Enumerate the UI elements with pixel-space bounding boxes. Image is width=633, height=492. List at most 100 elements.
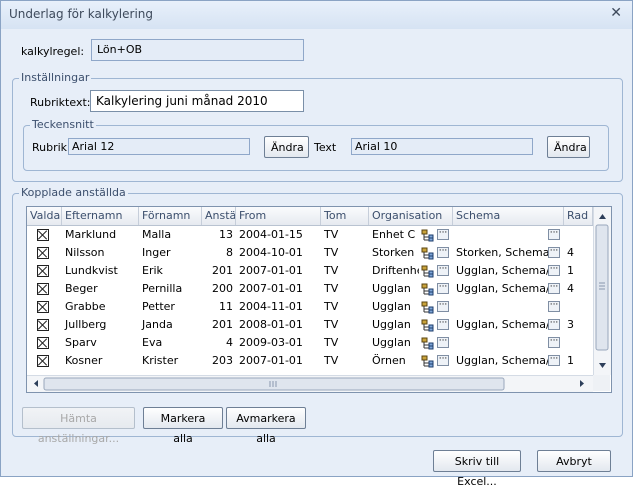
org-tree-icon bbox=[421, 247, 434, 260]
cell-rad bbox=[564, 334, 593, 352]
cell-from: 2007-01-01 bbox=[239, 282, 303, 295]
col-schema[interactable]: Schema bbox=[453, 207, 564, 225]
col-valda[interactable]: Valda bbox=[27, 207, 62, 225]
cell-anstall: 200 bbox=[212, 282, 233, 295]
avmarkera-alla-button[interactable]: Avmarkera alla bbox=[226, 407, 306, 445]
schema-ellipsis-button[interactable]: ··· bbox=[548, 265, 560, 276]
col-organisation[interactable]: Organisation bbox=[369, 207, 453, 225]
vertical-scrollbar-graphic bbox=[595, 214, 609, 368]
cell-organisation: Enhet C bbox=[372, 228, 416, 241]
valda-checkbox[interactable] bbox=[37, 319, 49, 331]
cell-tom: TV bbox=[324, 336, 339, 349]
cell-rad: 1 bbox=[567, 354, 574, 367]
schema-ellipsis-button[interactable]: ··· bbox=[548, 247, 560, 258]
col-rad[interactable]: Rad bbox=[564, 207, 593, 225]
cell-schema: Ugglan, Schema/ bbox=[456, 318, 548, 331]
cell-from: 2009-03-01 bbox=[239, 336, 303, 349]
skriv-till-excel-button[interactable]: Skriv till Excel... bbox=[433, 450, 521, 488]
table-row[interactable]: Marklund Malla 13 2004-01-15 TV Enhet C ··· ··· bbox=[27, 226, 593, 244]
grid-header: Valda Efternamn Förnamn Anställ From Tom… bbox=[27, 207, 593, 226]
col-tom[interactable]: Tom bbox=[321, 207, 369, 225]
org-ellipsis-button[interactable]: ··· bbox=[437, 337, 449, 348]
org-tree-icon bbox=[421, 283, 434, 296]
horizontal-scrollbar[interactable] bbox=[27, 375, 593, 392]
col-fornamn[interactable]: Förnamn bbox=[139, 207, 202, 225]
valda-checkbox[interactable] bbox=[37, 247, 49, 259]
cell-rad bbox=[564, 226, 593, 244]
schema-ellipsis-button[interactable]: ··· bbox=[548, 337, 560, 348]
cell-organisation: Ugglan bbox=[372, 318, 411, 331]
cell-schema: Ugglan, Schema/ bbox=[456, 282, 548, 295]
cell-from: 2004-01-15 bbox=[239, 228, 303, 241]
table-row[interactable]: Sparv Eva 4 2009-03-01 TV Ugglan ··· ··· bbox=[27, 334, 593, 352]
org-ellipsis-button[interactable]: ··· bbox=[437, 355, 449, 366]
hamta-anstallningar-button[interactable]: Hämta anställningar... bbox=[22, 407, 135, 445]
schema-ellipsis-button[interactable]: ··· bbox=[548, 229, 560, 240]
cell-schema: Storken, Schema/ bbox=[456, 246, 548, 259]
col-from[interactable]: From bbox=[236, 207, 321, 225]
col-anstall[interactable]: Anställ bbox=[202, 207, 236, 225]
andra-rubrik-button[interactable]: Ändra bbox=[264, 136, 309, 158]
table-row[interactable]: Jullberg Janda 201 2008-01-01 TV Ugglan Ugglan… bbox=[27, 316, 593, 334]
cell-schema: Ugglan, Schema/ bbox=[456, 264, 548, 277]
valda-checkbox[interactable] bbox=[37, 265, 49, 277]
org-tree-icon bbox=[421, 301, 434, 314]
kopplade-title: Kopplade anställda bbox=[19, 186, 128, 199]
cell-efternamn: Marklund bbox=[65, 228, 117, 241]
cell-fornamn: Krister bbox=[142, 354, 179, 367]
rubriktext-input[interactable]: Kalkylering juni månad 2010 bbox=[90, 90, 304, 112]
cell-efternamn: Lundkvist bbox=[65, 264, 118, 277]
cell-schema bbox=[453, 226, 548, 244]
org-tree-icon bbox=[421, 355, 434, 368]
cell-fornamn: Pernilla bbox=[142, 282, 183, 295]
cell-schema bbox=[453, 334, 548, 352]
avbryt-button[interactable]: Avbryt bbox=[537, 450, 611, 472]
table-row[interactable]: Lundkvist Erik 201 2007-01-01 TV Driftenhe Ugg… bbox=[27, 262, 593, 280]
scroll-left-arrow-icon bbox=[34, 380, 38, 387]
cell-from: 2004-11-01 bbox=[239, 300, 303, 313]
org-ellipsis-button[interactable]: ··· bbox=[437, 229, 449, 240]
cell-efternamn: Jullberg bbox=[65, 318, 107, 331]
org-ellipsis-button[interactable]: ··· bbox=[437, 319, 449, 330]
rubriktext-label: Rubriktext: bbox=[30, 96, 91, 109]
markera-alla-button[interactable]: Markera alla bbox=[143, 407, 223, 445]
installningar-title: Inställningar bbox=[19, 71, 92, 84]
col-efternamn[interactable]: Efternamn bbox=[62, 207, 139, 225]
cell-from: 2004-10-01 bbox=[239, 246, 303, 259]
table-row[interactable]: Beger Pernilla 200 2007-01-01 TV Ugglan Ugglan… bbox=[27, 280, 593, 298]
valda-checkbox[interactable] bbox=[37, 355, 49, 367]
valda-checkbox[interactable] bbox=[37, 337, 49, 349]
kalkylregel-label: kalkylregel: bbox=[21, 45, 85, 58]
title-bar: Underlag för kalkylering ✕ bbox=[1, 1, 632, 29]
valda-checkbox[interactable] bbox=[37, 229, 49, 241]
kalkylregel-field: Lön+OB bbox=[91, 39, 304, 61]
valda-checkbox[interactable] bbox=[37, 301, 49, 313]
valda-checkbox[interactable] bbox=[37, 283, 49, 295]
schema-ellipsis-button[interactable]: ··· bbox=[548, 301, 560, 312]
cell-from: 2007-01-01 bbox=[239, 354, 303, 367]
org-tree-icon bbox=[421, 265, 434, 278]
org-ellipsis-button[interactable]: ··· bbox=[437, 247, 449, 258]
cell-efternamn: Grabbe bbox=[65, 300, 106, 313]
close-icon[interactable]: ✕ bbox=[610, 5, 622, 21]
scroll-down-arrow-icon bbox=[599, 363, 606, 368]
cell-efternamn: Kosner bbox=[65, 354, 103, 367]
andra-text-button[interactable]: Ändra bbox=[547, 136, 590, 158]
org-ellipsis-button[interactable]: ··· bbox=[437, 283, 449, 294]
org-picker[interactable] bbox=[421, 352, 435, 373]
cell-organisation: Ugglan bbox=[372, 300, 411, 313]
vertical-scrollbar[interactable] bbox=[593, 207, 611, 375]
org-ellipsis-button[interactable]: ··· bbox=[437, 265, 449, 276]
cell-rad: 1 bbox=[567, 264, 574, 277]
table-row[interactable]: Grabbe Petter 11 2004-11-01 TV Ugglan ··· ··· bbox=[27, 298, 593, 316]
schema-ellipsis-button[interactable]: ··· bbox=[548, 355, 560, 366]
table-row[interactable]: Kosner Krister 203 2007-01-01 TV Örnen Ugglan,… bbox=[27, 352, 593, 370]
org-ellipsis-button[interactable]: ··· bbox=[437, 301, 449, 312]
cell-fornamn: Janda bbox=[142, 318, 173, 331]
schema-ellipsis-button[interactable]: ··· bbox=[548, 283, 560, 294]
cell-rad bbox=[564, 298, 593, 316]
table-row[interactable]: Nilsson Inger 8 2004-10-01 TV Storken Storken,… bbox=[27, 244, 593, 262]
cell-rad: 4 bbox=[567, 282, 574, 295]
cell-schema: Ugglan, Schema/ bbox=[456, 354, 548, 367]
schema-ellipsis-button[interactable]: ··· bbox=[548, 319, 560, 330]
